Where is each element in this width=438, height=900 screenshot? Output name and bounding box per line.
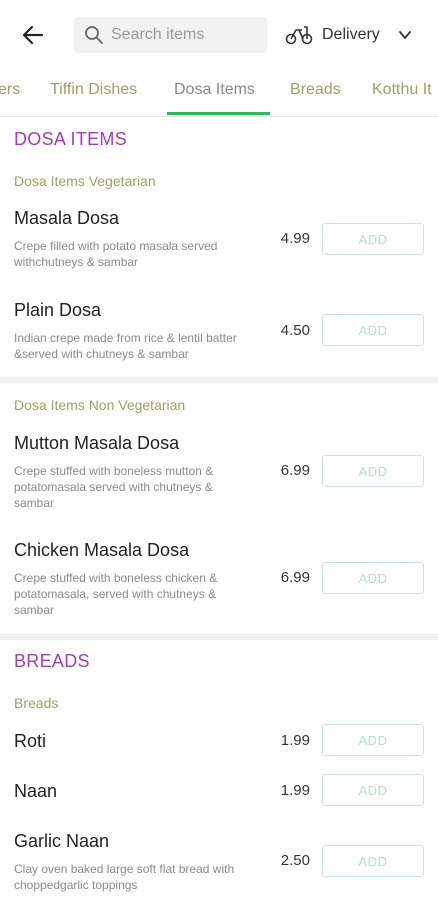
- item-price: 1.99: [280, 782, 310, 799]
- item-price: 6.99: [280, 462, 310, 479]
- item-description: Clay oven baked large soft flat bread wi…: [14, 862, 235, 892]
- add-button[interactable]: ADD: [322, 562, 424, 594]
- tab-dosa-items[interactable]: Dosa Items: [174, 81, 255, 99]
- item-description: Indian crepe made from rice & lentil bat…: [14, 331, 237, 361]
- add-button[interactable]: ADD: [322, 845, 424, 877]
- top-bar: Search items Delivery: [0, 0, 438, 68]
- add-button[interactable]: ADD: [322, 314, 424, 346]
- chevron-down-icon: [399, 31, 411, 39]
- section-divider: [0, 634, 438, 640]
- item-description: Crepe stuffed with boneless mutton & pot…: [14, 464, 214, 510]
- item-description: Crepe stuffed with boneless chicken & po…: [14, 571, 218, 617]
- item-name: Plain Dosa: [14, 300, 102, 320]
- item-name: Garlic Naan: [14, 831, 110, 851]
- add-button[interactable]: ADD: [322, 223, 424, 255]
- tab-starters[interactable]: ers: [0, 81, 20, 99]
- search-placeholder: Search items: [111, 26, 205, 43]
- subcategory-title: Dosa Items Non Vegetarian: [14, 397, 186, 413]
- tab-kotthu-items[interactable]: Kotthu It: [372, 81, 432, 99]
- section-title-dosa-items: DOSA ITEMS: [14, 129, 128, 149]
- item-name: Mutton Masala Dosa: [14, 433, 180, 453]
- item-price: 1.99: [280, 732, 310, 749]
- item-price: 4.50: [280, 322, 310, 339]
- active-tab-indicator: [167, 112, 270, 115]
- search-box[interactable]: Search items: [74, 17, 267, 53]
- item-name: Chicken Masala Dosa: [14, 540, 190, 560]
- add-button[interactable]: ADD: [322, 724, 424, 756]
- back-arrow-icon[interactable]: [20, 22, 46, 48]
- scooter-icon: [285, 26, 313, 45]
- category-tabs: ers Tiffin Dishes Dosa Items Breads Kott…: [0, 68, 438, 117]
- delivery-label: Delivery: [322, 26, 380, 43]
- item-description: Crepe filled with potato masala served w…: [14, 239, 218, 269]
- section-title-breads: BREADS: [14, 651, 90, 671]
- add-button[interactable]: ADD: [322, 774, 424, 806]
- tab-breads[interactable]: Breads: [290, 81, 341, 99]
- item-name: Roti: [14, 731, 47, 751]
- subcategory-title: Dosa Items Vegetarian: [14, 173, 156, 189]
- add-button[interactable]: ADD: [322, 455, 424, 487]
- item-name: Masala Dosa: [14, 208, 120, 228]
- section-divider: [0, 377, 438, 383]
- subcategory-title: Breads: [14, 695, 59, 711]
- tab-tiffin-dishes[interactable]: Tiffin Dishes: [50, 81, 137, 99]
- item-name: Naan: [14, 781, 58, 801]
- item-price: 2.50: [280, 852, 310, 869]
- item-price: 6.99: [280, 569, 310, 586]
- item-price: 4.99: [280, 230, 310, 247]
- search-icon: [85, 26, 103, 44]
